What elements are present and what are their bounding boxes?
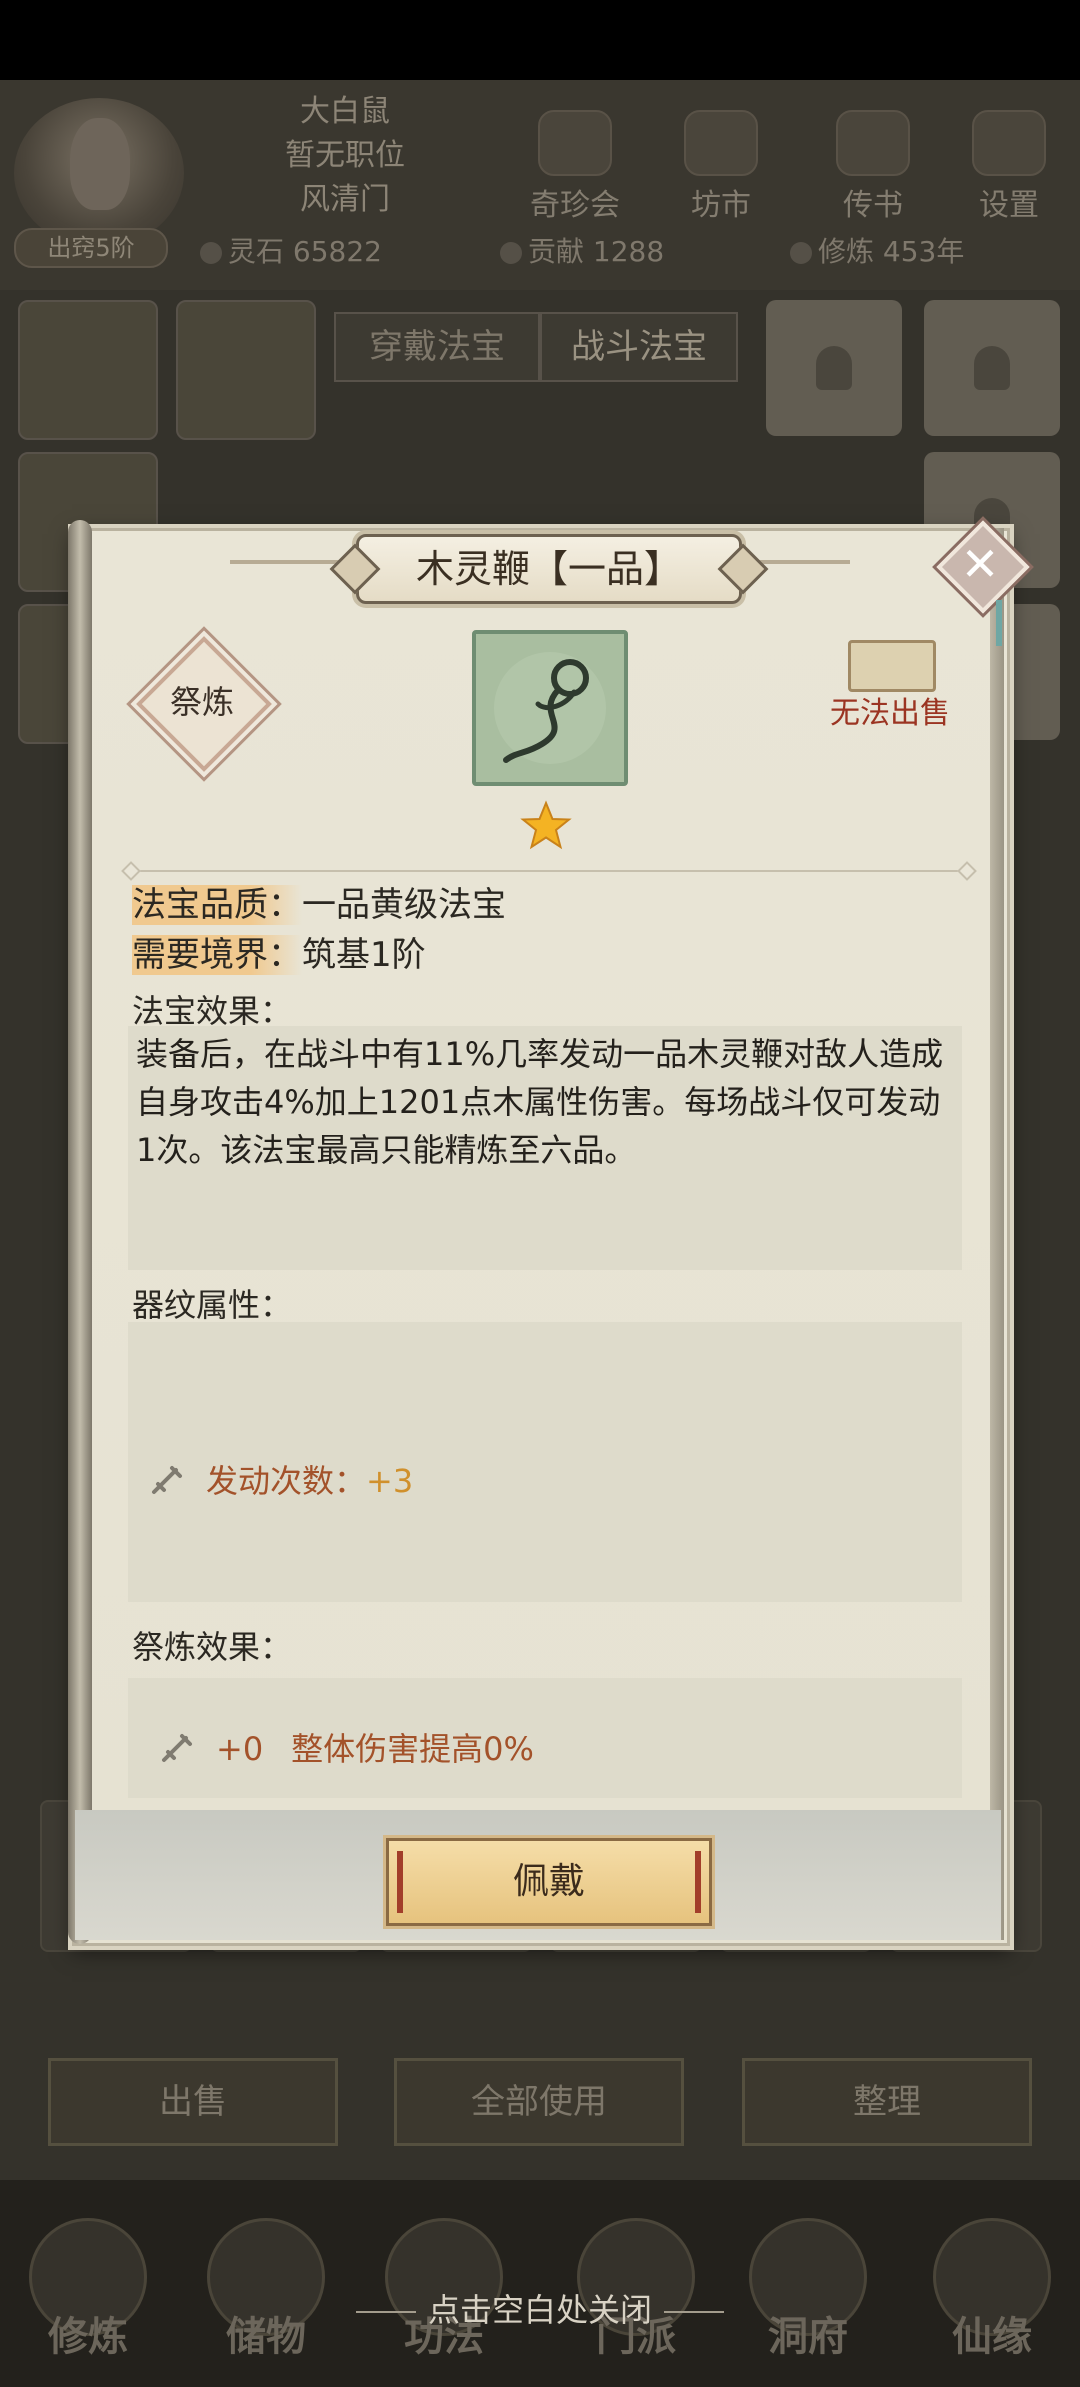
refine-title: 祭炼效果： [132,1628,293,1666]
sell-button[interactable]: 出售 [48,2058,338,2146]
equip-slot-armor[interactable] [176,300,316,440]
gear-icon [972,110,1046,176]
contribution-icon [500,242,522,264]
locked-slot [766,300,902,436]
player-position: 暂无职位 [285,138,405,173]
effect-text: 装备后，在战斗中有11%几率发动一品木灵鞭对敌人造成自身攻击4%加上1201点木… [136,1035,944,1169]
avatar-portrait [70,118,130,210]
player-name: 大白鼠 [300,94,390,129]
scroll-rod [68,520,92,1944]
player-sect: 风清门 [300,182,390,217]
pattern-title: 器纹属性： [132,1286,293,1324]
sword-icon [162,1734,192,1762]
realm-badge: 出窍5阶 [14,228,168,268]
pattern-attribute: 发动次数：+3 [150,1456,413,1502]
menu-settings[interactable]: 设置 [964,110,1054,224]
wear-button[interactable]: 佩戴 [386,1838,712,1926]
realm-value: 筑基1阶 [302,935,426,975]
quality-row: 法宝品质：一品黄级法宝 [132,882,506,928]
menu-treasure-auction[interactable]: 奇珍会 [530,110,620,224]
status-bar [0,0,1080,80]
close-hint[interactable]: 点击空白处关闭 [0,2285,1080,2331]
contribution-counter: 贡献 1288 [500,232,664,272]
tab-worn-treasure[interactable]: 穿戴法宝 [334,312,540,382]
close-icon: ✕ [960,537,1000,591]
whip-item-icon [472,630,628,786]
cultivation-icon [790,242,812,264]
hint-decor-line [664,2311,724,2313]
equip-slot-weapon[interactable] [18,300,158,440]
star-icon [520,800,572,852]
tab-battle-treasure[interactable]: 战斗法宝 [540,312,738,382]
realm-label: 需要境界： [132,935,302,975]
market-icon [684,110,758,176]
mail-icon [836,110,910,176]
tassel-decoration [996,600,1002,646]
menu-mail[interactable]: 传书 [828,110,918,224]
chest-icon [848,640,936,692]
locked-slot [924,300,1060,436]
spirit-stone-counter: 灵石 65822 [200,232,382,272]
realm-row: 需要境界：筑基1阶 [132,932,426,978]
use-all-button[interactable]: 全部使用 [394,2058,684,2146]
sort-button[interactable]: 整理 [742,2058,1032,2146]
quality-value: 一品黄级法宝 [302,885,506,925]
menu-market[interactable]: 坊市 [676,110,766,224]
refine-button[interactable]: 祭炼 [136,636,272,772]
treasure-icon [538,110,612,176]
quality-label: 法宝品质： [132,885,302,925]
divider [136,870,962,872]
sell-status: 无法出售 [830,696,950,731]
scroll-edge [990,528,1004,1940]
spirit-stone-icon [200,242,222,264]
sword-icon [152,1466,182,1494]
cultivation-counter: 修炼 453年 [790,232,964,272]
refine-attribute: +0 整体伤害提高0% [160,1724,534,1770]
close-button[interactable]: ✕ [936,520,1030,614]
hint-decor-line [355,2311,416,2313]
dialog-title: 木灵鞭【一品】 [356,534,742,604]
bottom-nav-bar [0,2180,1080,2387]
